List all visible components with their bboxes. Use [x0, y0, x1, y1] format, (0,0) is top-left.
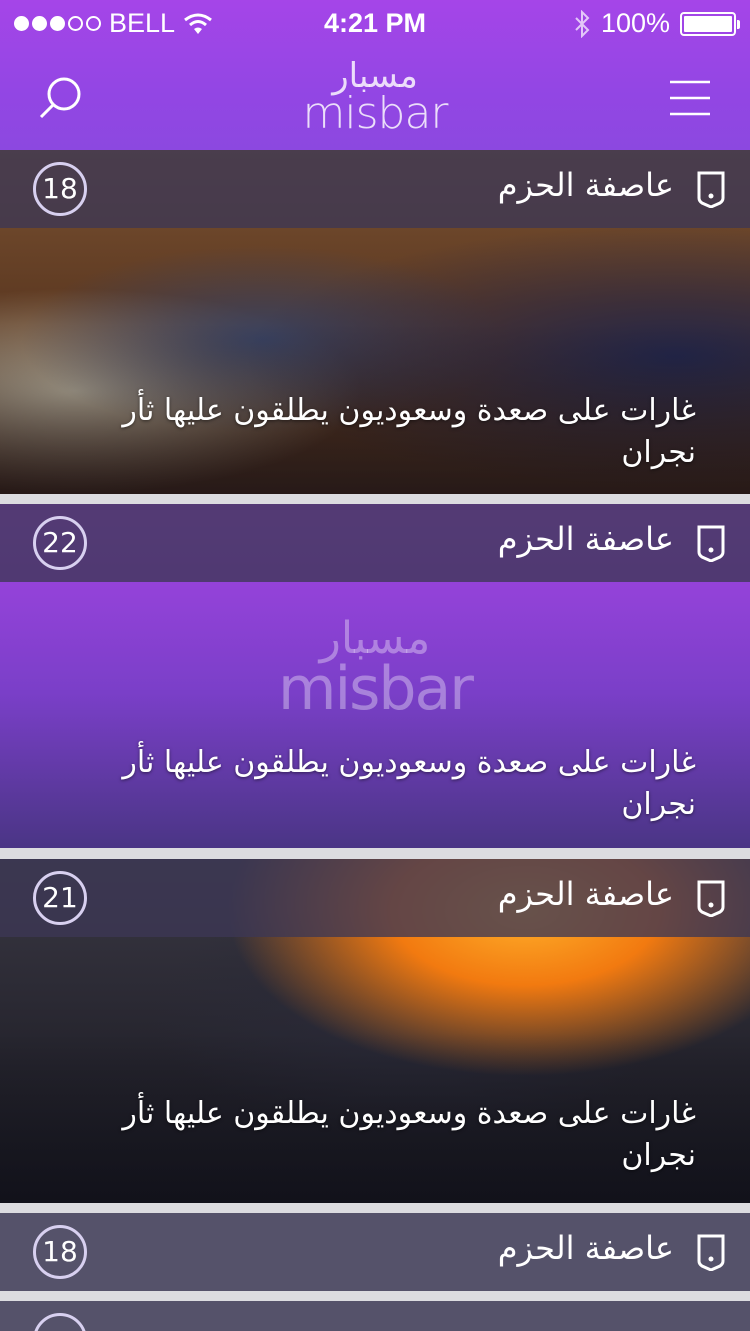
- watermark-english: misbar: [278, 654, 474, 724]
- status-right: 100%: [573, 8, 740, 39]
- category-bar: 18 عاصفة الحزم: [0, 1213, 750, 1291]
- battery-percent: 100%: [600, 8, 670, 38]
- logo-english: misbar: [302, 88, 449, 139]
- comment-count-badge: [33, 1313, 87, 1331]
- bookmark-icon[interactable]: [696, 879, 726, 917]
- header: BELL 4:21 PM 100% مسبار misbar: [0, 0, 750, 150]
- hamburger-menu-icon: [670, 80, 710, 116]
- news-card[interactable]: [0, 1301, 750, 1331]
- bluetooth-icon: [575, 9, 590, 38]
- news-card[interactable]: 18 عاصفة الحزم: [0, 1213, 750, 1291]
- category-label[interactable]: عاصفة الحزم: [498, 1229, 674, 1267]
- category-bar: [0, 1301, 750, 1331]
- category-label[interactable]: عاصفة الحزم: [498, 166, 674, 204]
- bookmark-icon[interactable]: [696, 1233, 726, 1271]
- status-bar: BELL 4:21 PM 100%: [0, 0, 750, 46]
- bookmark-icon[interactable]: [696, 524, 726, 562]
- news-card[interactable]: 18 عاصفة الحزم غارات على صعدة وسعوديون ي…: [0, 150, 750, 494]
- news-headline[interactable]: غارات على صعدة وسعوديون يطلقون عليها ثأر…: [56, 390, 696, 474]
- category-bar: 18 عاصفة الحزم: [0, 150, 750, 228]
- news-headline[interactable]: غارات على صعدة وسعوديون يطلقون عليها ثأر…: [56, 1093, 696, 1177]
- news-card[interactable]: مسبار misbar 22 عاصفة الحزم غارات على صع…: [0, 504, 750, 848]
- battery-icon: [680, 11, 740, 36]
- category-bar: 21 عاصفة الحزم: [0, 859, 750, 937]
- category-label[interactable]: عاصفة الحزم: [498, 875, 674, 913]
- comment-count-badge: 22: [33, 516, 87, 570]
- news-headline[interactable]: غارات على صعدة وسعوديون يطلقون عليها ثأر…: [56, 742, 696, 826]
- comment-count-badge: 21: [33, 871, 87, 925]
- category-label[interactable]: عاصفة الحزم: [498, 520, 674, 558]
- app-screen: BELL 4:21 PM 100% مسبار misbar 18 عاصفة …: [0, 0, 750, 1331]
- comment-count-badge: 18: [33, 1225, 87, 1279]
- comment-count-badge: 18: [33, 162, 87, 216]
- menu-button[interactable]: [660, 70, 716, 126]
- bookmark-icon[interactable]: [696, 170, 726, 208]
- misbar-logo: مسبار misbar: [0, 58, 750, 139]
- category-bar: 22 عاصفة الحزم: [0, 504, 750, 582]
- misbar-watermark: مسبار misbar: [0, 616, 750, 724]
- news-card[interactable]: 21 عاصفة الحزم غارات على صعدة وسعوديون ي…: [0, 859, 750, 1203]
